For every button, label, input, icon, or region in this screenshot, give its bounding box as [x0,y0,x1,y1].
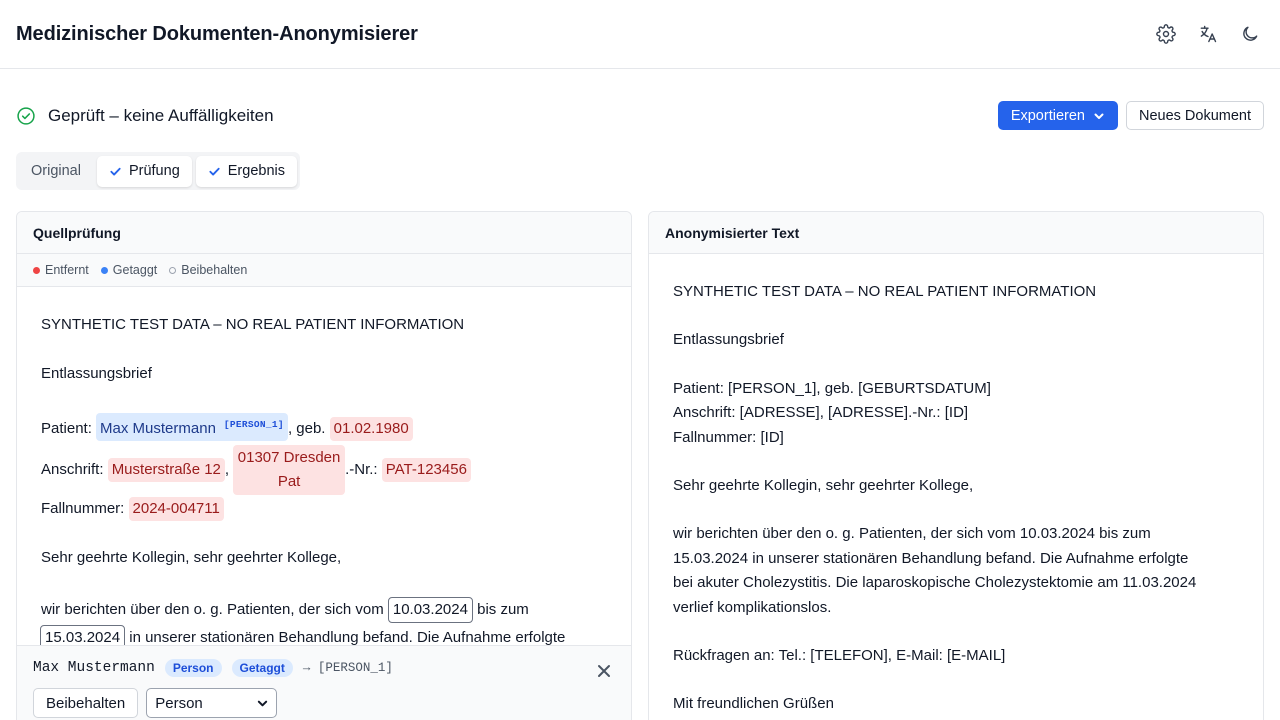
doc-line: Entlassungsbrief [41,365,152,382]
text: wir berichten über den o. g. Patienten, … [41,601,388,618]
entity-status-badge: Getaggt [231,659,293,677]
new-document-button[interactable]: Neues Dokument [1125,101,1264,130]
patient-line: Patient: Max Mustermann [PERSON_1], geb. … [41,413,607,441]
text: Fallnummer: [41,500,129,517]
doc-line: Fallnummer: [ID] [673,428,784,446]
entity-dob-removed[interactable]: 01.02.1980 [329,417,413,441]
anonymized-text-panel: Anonymisierter Text SYNTHETIC TEST DATA … [648,211,1264,720]
legend-label: Beibehalten [181,263,248,277]
entity-city-removed[interactable]: 01307 Dresden Pat [233,445,346,495]
address-line: Anschrift: Musterstraße 12, 01307 Dresden… [41,445,607,495]
source-document: SYNTHETIC TEST DATA – NO REAL PATIENT IN… [17,287,631,651]
chevron-down-icon [258,700,268,706]
text: , geb. [287,420,330,437]
legend: Entfernt Getaggt Beibehalten [17,254,631,287]
entity-editor: Max Mustermann Person Getaggt → [PERSON_… [17,645,631,720]
close-icon [598,665,610,677]
tab-label: Ergebnis [227,163,285,179]
tab-pruefung[interactable]: Prüfung [96,155,192,187]
legend-label: Getaggt [112,263,158,277]
text: Anschrift: [41,460,108,478]
red-dot-icon [33,266,40,274]
app-header: Medizinischer Dokumenten-Anonymisierer [0,0,1280,69]
legend-label: Entfernt [45,263,89,277]
entity-type-badge: Person [164,659,222,677]
legend-tagged: Getaggt [100,263,158,277]
check-icon [110,167,121,175]
tab-label: Prüfung [128,163,180,179]
text: bis zum [472,601,529,618]
select-value: Person [155,694,203,712]
entity-date-kept[interactable]: 10.03.2024 [387,597,473,623]
replacement-label: → [PERSON_1] [302,661,393,675]
gear-icon [1156,24,1176,44]
selected-entity: Max Mustermann [33,660,155,676]
entity-patid-removed[interactable]: PAT-123456 [381,457,471,482]
hollow-dot-icon [169,266,177,274]
text: , [224,460,230,478]
action-buttons: Exportieren Neues Dokument [997,101,1264,130]
tab-ergebnis[interactable]: Ergebnis [195,155,297,187]
export-button[interactable]: Exportieren [997,101,1118,130]
legend-removed: Entfernt [33,263,89,277]
doc-line: SYNTHETIC TEST DATA – NO REAL PATIENT IN… [673,283,1097,300]
export-label: Exportieren [1010,107,1085,124]
doc-line: 15.03.2024 in unserer stationären Behand… [673,549,1189,567]
tag-label: [PERSON_1] [223,419,284,430]
entity-editor-controls: Beibehalten Person [33,688,615,718]
doc-line: SYNTHETIC TEST DATA – NO REAL PATIENT IN… [41,316,465,333]
header-icons [1148,19,1268,49]
check-icon [209,167,220,175]
chevron-down-icon [1094,113,1104,119]
entity-text: Pat [277,473,301,490]
doc-line: verlief komplikationslos. [673,598,832,616]
theme-toggle-button[interactable] [1232,19,1268,49]
text: Patient: [41,420,97,437]
language-button[interactable] [1190,19,1226,49]
entity-type-select[interactable]: Person [146,688,278,718]
doc-paragraph: wir berichten über den o. g. Patienten, … [41,597,607,623]
close-editor-button[interactable] [597,664,611,678]
doc-line: Entlassungsbrief [673,331,784,349]
text: in unserer stationären Behandlung befand… [125,629,566,646]
app-title: Medizinischer Dokumenten-Anonymisierer [16,22,418,45]
translate-icon [1200,25,1217,43]
status-text: Geprüft – keine Auffälligkeiten [48,106,274,125]
step-tabs: Original Prüfung Ergebnis [16,152,300,190]
doc-line: bei akuter Cholezystitis. Die laparoskop… [673,574,1197,592]
doc-line: Rückfragen an: Tel.: [TELEFON], E-Mail: … [673,647,1006,665]
status-row: Geprüft – keine Auffälligkeiten [16,101,274,131]
entity-text: 01307 Dresden [237,449,341,466]
doc-line: wir berichten über den o. g. Patienten, … [673,525,1151,543]
doc-line: Sehr geehrte Kollegin, sehr geehrter Kol… [41,549,342,566]
blue-dot-icon [100,266,108,274]
panel-title: Anonymisierter Text [649,212,1263,254]
entity-editor-header: Max Mustermann Person Getaggt → [PERSON_… [33,656,615,680]
doc-line: Patient: [PERSON_1], geb. [GEBURTSDATUM] [673,379,991,397]
settings-button[interactable] [1148,19,1184,49]
moon-icon [1243,26,1258,41]
panel-title: Quellprüfung [17,212,631,254]
doc-line: Mit freundlichen Grüßen [673,695,834,713]
entity-person-tagged[interactable]: Max Mustermann [PERSON_1] [96,413,288,441]
entity-text: Max Mustermann [100,420,216,437]
source-review-panel: Quellprüfung Entfernt Getaggt Beibehalte… [16,211,632,720]
entity-street-removed[interactable]: Musterstraße 12 [107,457,225,482]
anonymized-document: SYNTHETIC TEST DATA – NO REAL PATIENT IN… [649,254,1263,717]
tab-original[interactable]: Original [19,156,93,187]
text: .-Nr.: [345,460,382,478]
legend-kept: Beibehalten [169,263,247,277]
case-line: Fallnummer: 2024-004711 [41,497,607,521]
doc-line: Anschrift: [ADRESSE], [ADRESSE].-Nr.: [I… [673,404,969,422]
keep-button[interactable]: Beibehalten [33,688,139,718]
check-circle-icon [16,106,36,126]
doc-line: Sehr geehrte Kollegin, sehr geehrter Kol… [673,477,974,495]
entity-case-removed[interactable]: 2024-004711 [128,497,224,521]
tab-label: Original [31,163,81,179]
